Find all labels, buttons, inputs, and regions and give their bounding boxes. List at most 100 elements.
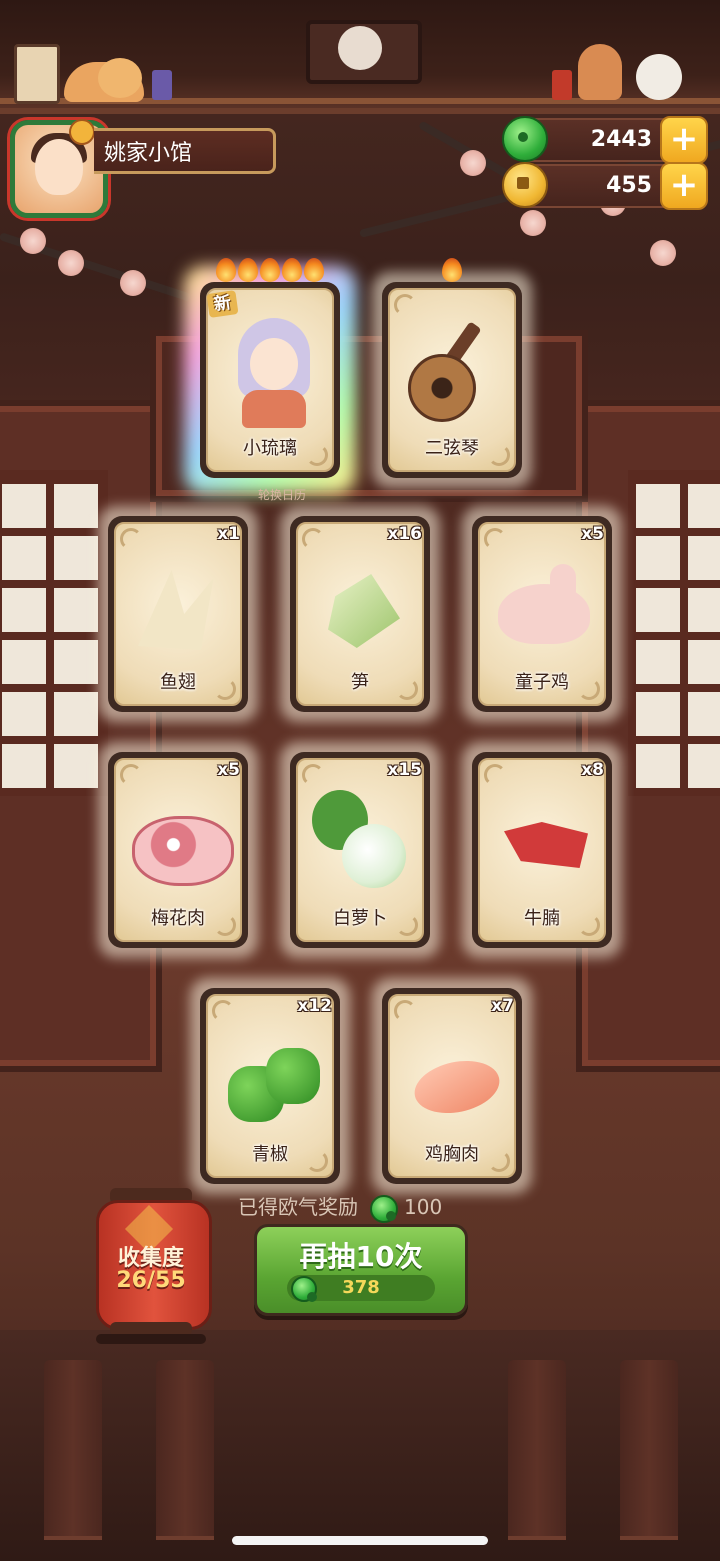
fence-post (620, 1360, 678, 1540)
card-name: 牛腩 (524, 908, 560, 929)
card-count: x16 (387, 524, 422, 544)
card-face: 白萝卜 (296, 758, 424, 942)
card-count: x5 (217, 760, 240, 780)
item-card[interactable]: 白萝卜 x15 (280, 742, 440, 958)
card-name: 鱼翅 (160, 672, 196, 693)
featured-card-character[interactable]: 小琉璃 新 (184, 258, 356, 494)
card-face: 鱼翅 (114, 522, 242, 706)
card-name: 青椒 (252, 1144, 288, 1165)
item-card[interactable]: 青椒 x12 (190, 978, 350, 1194)
item-card[interactable]: 梅花肉 x5 (98, 742, 258, 958)
chicken-breast-icon (409, 1053, 505, 1121)
jade-icon (502, 116, 548, 162)
coin-amount: 455 (606, 173, 652, 198)
jade-amount: 2443 (590, 127, 652, 152)
card-count: x12 (297, 996, 332, 1016)
add-jade-button[interactable]: + (660, 116, 708, 164)
redraw-label: 再抽10次 (299, 1240, 423, 1273)
featured-card-erxian[interactable]: 二弦琴 (372, 258, 532, 488)
avatar-badge-icon (69, 119, 95, 145)
card-name: 童子鸡 (515, 672, 569, 693)
blossom (58, 250, 84, 276)
character-face-icon (250, 338, 298, 390)
fence-post (508, 1360, 566, 1540)
collection-value: 26/55 (116, 1268, 186, 1293)
green-pepper-icon (266, 1048, 320, 1104)
character-body-icon (242, 390, 306, 428)
owl-mascot-icon (338, 26, 382, 70)
flame-icon (304, 258, 324, 282)
new-badge: 新 (206, 290, 239, 318)
card-face: 青椒 (206, 994, 334, 1178)
item-card[interactable]: 牛腩 x8 (462, 742, 622, 958)
home-indicator[interactable] (232, 1536, 488, 1545)
erxian-body-icon (408, 354, 476, 422)
card-frame: 梅花肉 (108, 752, 248, 948)
pork-icon (132, 816, 234, 886)
reward-line: 已得欧气奖励 100 (238, 1192, 442, 1223)
flame-icon (216, 258, 236, 282)
fence-post (44, 1360, 102, 1540)
blossom (120, 270, 146, 296)
card-frame: 鱼翅 (108, 516, 248, 712)
item-card[interactable]: 鸡胸肉 x7 (372, 978, 532, 1194)
redraw-ten-button[interactable]: 再抽10次 378 (254, 1224, 468, 1316)
purple-lantern-icon (152, 70, 172, 100)
reward-label: 已得欧气奖励 (238, 1195, 358, 1219)
card-face: 笋 (296, 522, 424, 706)
card-count: x5 (581, 524, 604, 544)
right-window-lattice (628, 470, 720, 796)
left-window-lattice (0, 470, 108, 796)
item-card[interactable]: 鱼翅 x1 (98, 506, 258, 722)
card-frame: 童子鸡 (472, 516, 612, 712)
card-face: 梅花肉 (114, 758, 242, 942)
jade-currency: 2443 + (502, 116, 708, 164)
item-card[interactable]: 笋 x16 (280, 506, 440, 722)
blossom (460, 150, 486, 176)
chicken-icon (498, 584, 590, 644)
card-face: 牛腩 (478, 758, 606, 942)
card-count: x1 (217, 524, 240, 544)
item-card[interactable]: 童子鸡 x5 (462, 506, 622, 722)
flame-icon (282, 258, 302, 282)
white-cat-icon (636, 54, 682, 100)
avatar-face (35, 139, 83, 195)
featured-caption: 轮换日历 (257, 488, 306, 502)
card-frame: 青椒 (200, 988, 340, 1184)
card-name: 小琉璃 (243, 438, 297, 459)
card-count: x15 (387, 760, 422, 780)
flame-icon (442, 258, 462, 282)
bamboo-shoot-icon (328, 574, 400, 648)
card-frame: 二弦琴 (382, 282, 522, 478)
beef-icon (504, 822, 588, 868)
blossom (650, 240, 676, 266)
card-face: 鸡胸肉 (388, 994, 516, 1178)
coin-currency: 455 + (502, 162, 708, 210)
cat-face-icon (98, 58, 142, 98)
chef-character-icon (578, 44, 622, 100)
flame-rating (200, 258, 340, 284)
hanging-sign-left (14, 44, 60, 104)
blossom (520, 210, 546, 236)
jade-icon (370, 1194, 398, 1223)
card-name: 鸡胸肉 (425, 1144, 479, 1165)
card-face: 童子鸡 (478, 522, 606, 706)
floor (0, 1330, 720, 1561)
flame-rating (382, 258, 522, 284)
collection-lantern[interactable]: 收集度 26/55 (96, 1188, 212, 1348)
card-frame: 牛腩 (472, 752, 612, 948)
redraw-cost-value: 378 (342, 1277, 380, 1298)
card-frame: 白萝卜 (290, 752, 430, 948)
shop-name[interactable]: 姚家小馆 (94, 128, 276, 174)
blossom (20, 228, 46, 254)
card-frame: 笋 (290, 516, 430, 712)
shark-fin-icon (138, 570, 214, 650)
lantern-stand (96, 1334, 206, 1344)
add-coin-button[interactable]: + (660, 162, 708, 210)
game-scene: 姚家小馆 2443 + 455 + 小琉璃 新 二弦琴 轮换日历 鱼翅 x1 笋… (0, 0, 720, 1561)
card-count: x8 (581, 760, 604, 780)
card-name: 笋 (351, 672, 369, 693)
flame-icon (260, 258, 280, 282)
card-name: 白萝卜 (333, 908, 387, 929)
card-name: 二弦琴 (425, 438, 479, 459)
